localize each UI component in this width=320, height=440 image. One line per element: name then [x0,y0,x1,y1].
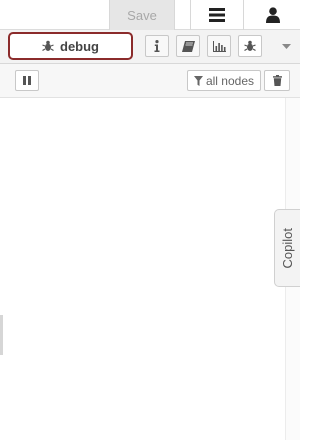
copilot-tab[interactable]: Copilot [274,209,300,287]
debug-messages-area[interactable] [0,98,300,440]
header-bar: Save [0,0,300,30]
filter-nodes-button[interactable]: all nodes [187,70,261,91]
user-icon [265,7,280,23]
chart-icon [212,40,226,52]
bug-icon [42,40,54,52]
tab-help[interactable] [176,35,200,57]
main-menu-button[interactable] [190,0,244,30]
bug-icon [244,40,256,52]
save-label: Save [127,7,157,23]
sidebar-tabs: debug [0,30,300,64]
filter-label: all nodes [205,73,255,88]
info-icon [154,40,160,52]
clear-messages-button[interactable] [264,70,290,91]
tabs-more-button[interactable] [276,35,296,57]
tab-debug-label: debug [60,38,99,54]
caret-down-icon [281,43,291,49]
trash-icon [272,75,282,86]
user-menu-button[interactable] [245,0,300,30]
tab-debug-icon[interactable] [238,35,262,57]
filter-icon [193,75,203,86]
pause-button[interactable] [15,70,39,91]
book-icon [181,40,195,52]
tab-info[interactable] [145,35,169,57]
tab-debug[interactable]: debug [8,32,133,60]
resize-handle[interactable] [0,315,3,355]
copilot-label: Copilot [280,227,295,269]
pause-icon [23,76,31,85]
debug-toolbar: all nodes [0,64,300,98]
save-button[interactable]: Save [109,0,175,30]
tab-dashboard[interactable] [207,35,231,57]
hamburger-icon [209,8,225,22]
